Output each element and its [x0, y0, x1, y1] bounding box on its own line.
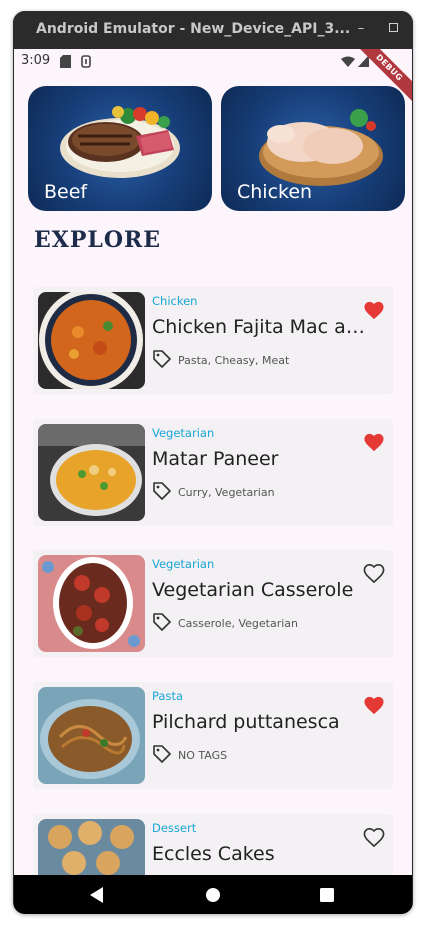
recipe-tags: Pasta, Cheasy, Meat	[178, 354, 290, 367]
emulator-window: Android Emulator - New_Device_API_3... –…	[13, 11, 413, 914]
window-titlebar: Android Emulator - New_Device_API_3... –	[13, 11, 413, 49]
device-screen: 3:09 DEBUG Beef Chicken EXPLORE Chicken …	[14, 49, 412, 914]
recipe-category: Dessert	[152, 821, 197, 835]
home-button[interactable]	[193, 875, 233, 914]
recipe-thumbnail	[38, 555, 145, 652]
back-button[interactable]	[77, 875, 117, 914]
tag-icon	[153, 350, 171, 368]
recipe-tags: Curry, Vegetarian	[178, 486, 275, 499]
back-triangle-icon	[90, 886, 103, 903]
sync-icon	[81, 55, 91, 68]
window-title: Android Emulator - New_Device_API_3...	[36, 21, 351, 37]
status-time: 3:09	[21, 53, 51, 68]
heart-outline-icon[interactable]	[363, 827, 385, 847]
recipe-card[interactable]: Pasta Pilchard puttanesca NO TAGS	[33, 682, 393, 789]
category-label-chicken: Chicken	[237, 181, 313, 203]
recipe-thumbnail	[38, 424, 145, 521]
tag-icon	[153, 745, 171, 763]
recipe-name: Chicken Fajita Mac and Cheese	[152, 316, 372, 338]
recipe-card[interactable]: Vegetarian Matar Paneer Curry, Vegetaria…	[33, 419, 393, 526]
category-card-chicken[interactable]: Chicken	[221, 86, 405, 211]
category-label-beef: Beef	[44, 181, 88, 203]
recipe-name: Matar Paneer	[152, 448, 279, 470]
recipe-name: Vegetarian Casserole	[152, 579, 354, 601]
recipe-category: Pasta	[152, 689, 184, 703]
system-nav-bar	[14, 875, 412, 914]
recipe-thumbnail	[38, 292, 145, 389]
heart-icon[interactable]	[363, 432, 385, 452]
recents-square-icon	[320, 887, 334, 902]
recipe-card[interactable]: Vegetarian Vegetarian Casserole Casserol…	[33, 550, 393, 657]
status-bar: 3:09	[14, 49, 412, 73]
heart-outline-icon[interactable]	[363, 563, 385, 583]
recipe-name: Pilchard puttanesca	[152, 711, 340, 733]
maximize-button[interactable]	[384, 20, 402, 38]
category-card-beef[interactable]: Beef	[28, 86, 212, 211]
minimize-button[interactable]: –	[352, 20, 370, 38]
maximize-icon	[388, 23, 398, 32]
recipe-tags: Casserole, Vegetarian	[178, 617, 299, 630]
recipe-category: Chicken	[152, 294, 198, 308]
wifi-icon	[341, 56, 355, 67]
recents-button[interactable]	[307, 875, 347, 914]
recipe-name: Eccles Cakes	[152, 843, 275, 865]
tag-icon	[153, 482, 171, 500]
recipe-category: Vegetarian	[152, 426, 215, 440]
heart-icon[interactable]	[363, 695, 385, 715]
heart-icon[interactable]	[363, 300, 385, 320]
home-circle-icon	[206, 887, 220, 902]
recipe-tags: NO TAGS	[178, 749, 228, 762]
tag-icon	[153, 613, 171, 631]
section-title: EXPLORE	[34, 227, 162, 253]
sd-card-icon	[60, 55, 71, 68]
recipe-thumbnail	[38, 687, 145, 784]
recipe-card[interactable]: Chicken Chicken Fajita Mac and Cheese Pa…	[33, 287, 393, 394]
recipe-category: Vegetarian	[152, 557, 215, 571]
